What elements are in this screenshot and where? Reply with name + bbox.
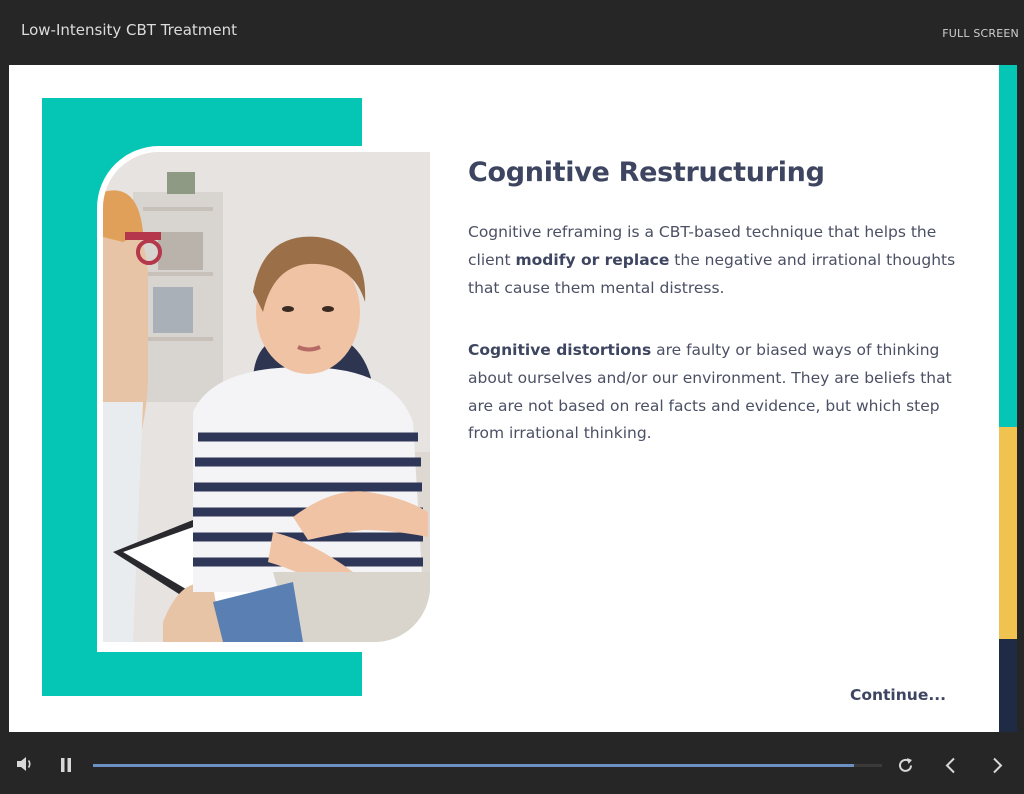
fullscreen-button[interactable]: FULL SCREEN — [942, 27, 1019, 40]
continue-link[interactable]: Continue... — [850, 686, 946, 704]
accent-strip — [999, 65, 1017, 732]
para2-bold-term: Cognitive distortions — [468, 341, 652, 359]
progress-bar[interactable] — [93, 764, 882, 767]
accent-segment-yellow — [999, 427, 1017, 639]
chevron-left-icon[interactable] — [944, 757, 956, 779]
para1-bold-phrase: modify or replace — [515, 250, 670, 269]
paragraph-cognitive-distortions: Cognitive distortions are faulty or bias… — [468, 337, 958, 448]
volume-icon[interactable] — [16, 756, 34, 777]
progress-fill — [93, 764, 855, 767]
accent-segment-navy — [999, 639, 1017, 732]
slide-heading: Cognitive Restructuring — [468, 157, 825, 188]
pause-icon[interactable] — [60, 758, 72, 777]
slide-canvas: Cognitive Restructuring Cognitive refram… — [9, 65, 999, 732]
player-controls — [0, 732, 1024, 794]
chevron-right-icon[interactable] — [992, 757, 1004, 779]
paragraph-cognitive-reframing: Cognitive reframing is a CBT-based techn… — [468, 219, 958, 302]
replay-icon[interactable] — [897, 757, 914, 779]
course-title: Low-Intensity CBT Treatment — [21, 21, 238, 39]
player-header: Low-Intensity CBT Treatment FULL SCREEN — [0, 0, 1024, 65]
therapy-session-illustration — [103, 152, 430, 642]
accent-segment-teal — [999, 65, 1017, 427]
therapy-session-photo — [103, 152, 430, 642]
